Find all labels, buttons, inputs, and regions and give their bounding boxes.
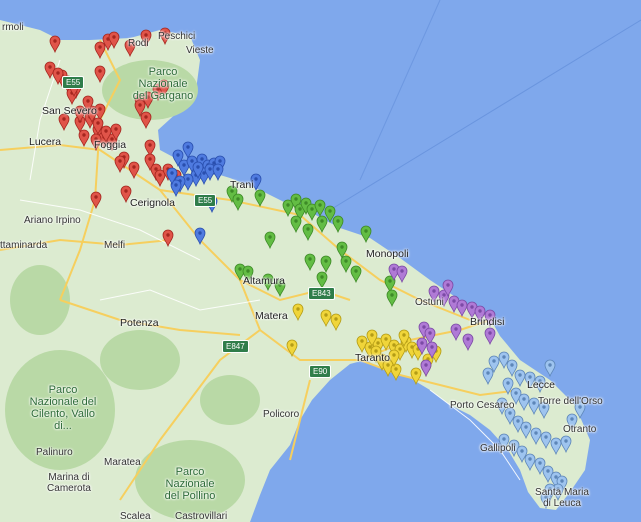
map-pin-green[interactable]	[316, 215, 328, 234]
map-pin-yellow[interactable]	[320, 309, 332, 328]
map-pin-lightblue[interactable]	[544, 359, 556, 378]
map-pin-green[interactable]	[264, 231, 276, 250]
place-label-potenza: Potenza	[120, 317, 159, 329]
road-shield-e847: E847	[222, 340, 249, 353]
place-label-melfi: Melfi	[104, 240, 126, 251]
place-label-lecce: Lecce	[527, 379, 556, 391]
place-label-peschici: Peschici	[158, 31, 196, 42]
map-pin-red[interactable]	[114, 155, 126, 174]
place-label-marina-camerota: Marina di Camerota	[47, 472, 91, 494]
place-label-monopoli: Monopoli	[366, 248, 409, 260]
map-pin-yellow[interactable]	[390, 363, 402, 382]
place-label-ostuni: Ostuni	[415, 297, 444, 308]
map-pin-green[interactable]	[316, 271, 328, 290]
map-pin-yellow[interactable]	[330, 313, 342, 332]
map-pin-blue[interactable]	[194, 227, 206, 246]
map-pin-green[interactable]	[360, 225, 372, 244]
road-shield-e90: E90	[309, 365, 332, 378]
road-shield-e843: E843	[308, 287, 335, 300]
pin-layer	[44, 27, 586, 510]
place-label-lucera: Lucera	[29, 136, 62, 148]
map-pin-lightblue[interactable]	[550, 437, 562, 456]
map-pin-red[interactable]	[78, 129, 90, 148]
map-pin-red[interactable]	[90, 191, 102, 210]
map-pin-lightblue[interactable]	[520, 421, 532, 440]
map-pin-green[interactable]	[320, 255, 332, 274]
map-pin-blue[interactable]	[212, 163, 224, 182]
place-label-santa-maria-leuca: Santa Maria di Leuca	[535, 487, 589, 509]
map-pin-lightblue[interactable]	[560, 435, 572, 454]
place-label-matera: Matera	[255, 310, 288, 322]
map-pin-purple[interactable]	[462, 333, 474, 352]
map-view[interactable]: rmoli Rodi Peschici Vieste Parco Naziona…	[0, 0, 641, 522]
map-pin-red[interactable]	[94, 41, 106, 60]
map-pin-yellow[interactable]	[410, 367, 422, 386]
map-pin-green[interactable]	[232, 193, 244, 212]
place-label-castrovillari: Castrovillari	[175, 511, 228, 522]
park-label-cilento: Parco Nazionale del Cilento, Vallo di...	[29, 384, 97, 432]
map-pin-green[interactable]	[386, 289, 398, 308]
place-label-palinuro: Palinuro	[36, 447, 73, 458]
place-label-maratea: Maratea	[104, 457, 141, 468]
place-label-cerignola: Cerignola	[130, 197, 175, 209]
map-pin-lightblue[interactable]	[540, 431, 552, 450]
place-label-porto-cesareo: Porto Cesareo	[450, 400, 515, 411]
map-pin-green[interactable]	[336, 241, 348, 260]
map-pin-green[interactable]	[302, 223, 314, 242]
road-shield-e55-south: E55	[194, 194, 217, 207]
place-label-taranto: Taranto	[355, 352, 391, 364]
map-pin-purple[interactable]	[450, 323, 462, 342]
map-pin-purple[interactable]	[420, 359, 432, 378]
map-pin-lightblue[interactable]	[524, 453, 536, 472]
map-pin-green[interactable]	[290, 215, 302, 234]
place-label-ariano-irpino: Ariano Irpino	[24, 215, 81, 226]
place-label-san-severo: San Severo	[42, 105, 97, 117]
map-pin-green[interactable]	[332, 215, 344, 234]
map-pin-lightblue[interactable]	[530, 427, 542, 446]
map-pin-red[interactable]	[140, 111, 152, 130]
park-label-pollino: Parco Nazionale del Pollino	[164, 466, 216, 502]
place-label-brindisi: Brindisi	[470, 316, 505, 328]
road-shield-e55-north: E55	[62, 76, 85, 89]
map-pin-purple[interactable]	[456, 299, 468, 318]
map-pin-lightblue[interactable]	[514, 369, 526, 388]
map-pin-purple[interactable]	[396, 265, 408, 284]
map-pin-green[interactable]	[304, 253, 316, 272]
map-pin-red[interactable]	[49, 35, 61, 54]
map-pin-blue[interactable]	[182, 141, 194, 160]
map-pin-lightblue[interactable]	[518, 393, 530, 412]
place-label-trani: Trani	[230, 179, 254, 191]
place-label-scalea: Scalea	[120, 511, 151, 522]
place-label-torre-dellorso: Torre dell'Orso	[538, 396, 603, 407]
map-pin-red[interactable]	[128, 161, 140, 180]
map-pin-lightblue[interactable]	[482, 367, 494, 386]
map-pin-purple[interactable]	[484, 327, 496, 346]
place-label-gallipoli: Gallipoli	[480, 443, 516, 454]
place-label-rodi: Rodi	[128, 38, 149, 49]
park-label-gargano: Parco Nazionale del Gargano	[132, 66, 194, 102]
place-label-foggia: Foggia	[94, 139, 127, 151]
map-pin-red[interactable]	[162, 229, 174, 248]
place-label-otranto: Otranto	[563, 424, 597, 435]
place-label-montaminarda: ttaminarda	[0, 240, 48, 251]
place-label-policoro: Policoro	[263, 409, 300, 420]
map-pin-yellow[interactable]	[292, 303, 304, 322]
map-pin-green[interactable]	[350, 265, 362, 284]
map-pin-red[interactable]	[94, 65, 106, 84]
map-pin-green[interactable]	[340, 255, 352, 274]
place-label-altamura: Altamura	[243, 275, 286, 287]
map-pin-green[interactable]	[254, 189, 266, 208]
place-label-vieste: Vieste	[186, 45, 214, 56]
place-label-rmoli: rmoli	[2, 22, 24, 33]
map-pin-yellow[interactable]	[286, 339, 298, 358]
map-pin-green[interactable]	[314, 199, 326, 218]
